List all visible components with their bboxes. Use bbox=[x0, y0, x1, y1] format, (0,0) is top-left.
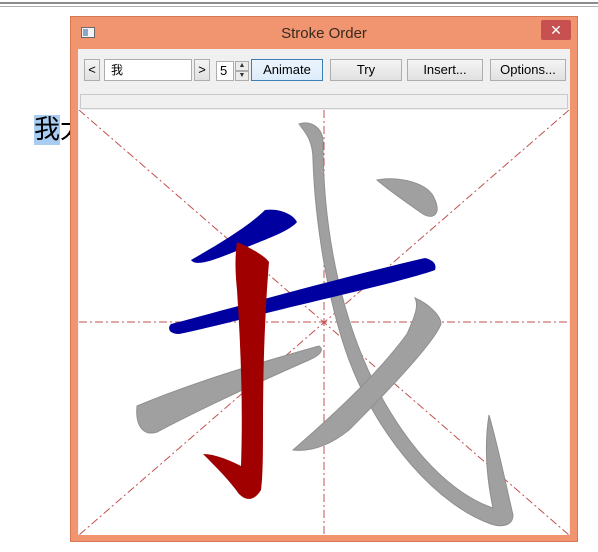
stroke-completed bbox=[169, 258, 436, 334]
title-bar[interactable]: Stroke Order ✕ bbox=[71, 17, 577, 47]
insert-button[interactable]: Insert... bbox=[407, 59, 483, 81]
selected-character[interactable]: 我 bbox=[34, 115, 61, 145]
status-bar bbox=[80, 94, 568, 109]
character-input[interactable]: 我 bbox=[104, 59, 192, 81]
spin-up-button[interactable]: ▲ bbox=[235, 61, 249, 71]
parent-window-edge bbox=[0, 0, 598, 10]
stroke-canvas[interactable] bbox=[78, 109, 570, 536]
animate-button[interactable]: Animate bbox=[251, 59, 323, 81]
spin-down-button[interactable]: ▼ bbox=[235, 71, 249, 81]
stroke-count-field[interactable]: 5 bbox=[216, 61, 234, 81]
try-button[interactable]: Try bbox=[330, 59, 402, 81]
options-button[interactable]: Options... bbox=[490, 59, 566, 81]
character-drawing bbox=[78, 109, 570, 536]
parent-window-border-line bbox=[0, 6, 598, 7]
parent-window-border-line bbox=[0, 2, 598, 4]
close-button[interactable]: ✕ bbox=[541, 20, 571, 40]
stroke-remaining bbox=[136, 345, 322, 434]
window-title: Stroke Order bbox=[281, 25, 367, 42]
next-character-button[interactable]: > bbox=[194, 59, 210, 81]
window-client-area: < 我 > 5 ▲ ▼ Animate Try Insert... Option… bbox=[78, 49, 570, 536]
stroke-remaining bbox=[375, 178, 438, 217]
previous-character-button[interactable]: < bbox=[84, 59, 100, 81]
stroke-count-spinner: ▲ ▼ bbox=[235, 61, 249, 81]
stroke-order-window: Stroke Order ✕ < 我 > 5 ▲ ▼ Animate Try I… bbox=[70, 16, 578, 542]
